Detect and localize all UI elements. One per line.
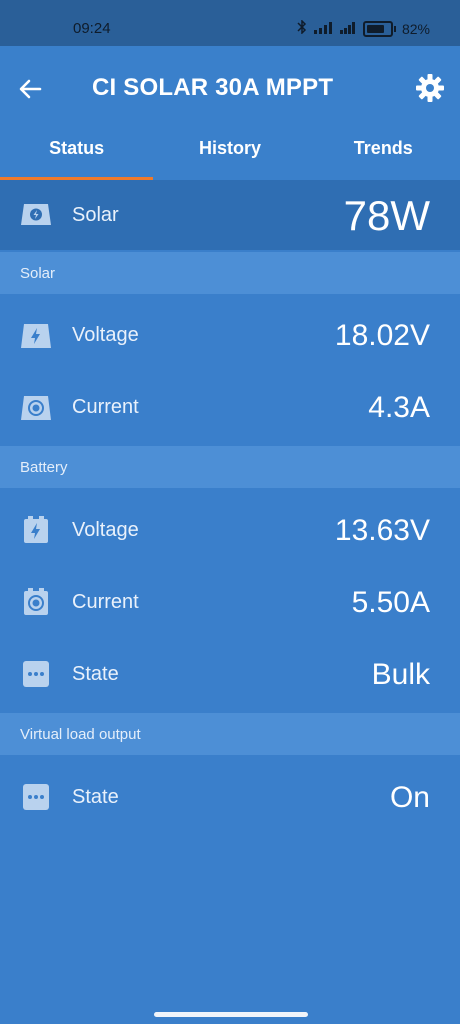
tab-trends[interactable]: Trends [307, 128, 460, 178]
gear-icon[interactable] [414, 72, 446, 104]
solar-voltage-label: Voltage [72, 324, 139, 346]
load-state-value: On [389, 781, 430, 814]
battery-state-label: State [72, 663, 119, 685]
tab-history[interactable]: History [153, 128, 306, 178]
gesture-nav-bar[interactable] [154, 1012, 308, 1017]
voltage-icon [20, 322, 52, 350]
signal-icon [313, 21, 333, 37]
battery-icon [362, 20, 393, 37]
more-dots-icon-load [20, 783, 52, 811]
signal-icon-2 [339, 21, 357, 37]
more-dots-icon [20, 660, 52, 688]
app-bar: CI SOLAR 30A MPPT Status History Trends [0, 46, 460, 180]
tab-bar: Status History Trends [0, 128, 460, 180]
system-status-bar: 09:24 82% [0, 0, 460, 46]
section-header-battery: Battery [0, 446, 460, 488]
section-header-solar: Solar [0, 252, 460, 294]
battery-voltage-value: 13.63V [334, 514, 430, 547]
section-title-battery: Battery [20, 459, 68, 476]
status-icons: 82% [297, 19, 430, 37]
tab-status[interactable]: Status [0, 128, 154, 180]
battery-current-label: Current [72, 591, 139, 613]
bluetooth-icon [297, 19, 307, 37]
back-arrow-icon[interactable] [18, 76, 44, 102]
battery-voltage-icon [20, 516, 52, 544]
solar-power-label: Solar [72, 204, 119, 226]
solar-current-value: 4.3A [368, 391, 430, 424]
solar-power-row: Solar 78W [0, 180, 460, 250]
current-icon [20, 394, 52, 422]
clock: 09:24 [73, 20, 111, 37]
battery-voltage-label: Voltage [72, 519, 139, 541]
section-title-load: Virtual load output [20, 726, 141, 743]
battery-state-value: Bulk [371, 658, 430, 691]
solar-panel-icon [20, 200, 52, 228]
solar-current-label: Current [72, 396, 139, 418]
battery-percent: 82% [401, 20, 430, 37]
battery-cap [393, 25, 396, 32]
section-header-load: Virtual load output [0, 713, 460, 755]
solar-voltage-value: 18.02V [334, 319, 430, 352]
load-state-label: State [72, 786, 119, 808]
page-title: CI SOLAR 30A MPPT [92, 74, 334, 101]
battery-current-icon [20, 588, 52, 616]
battery-current-value: 5.50A [351, 586, 430, 619]
section-title-solar: Solar [20, 265, 56, 282]
solar-power-value: 78W [343, 192, 430, 239]
